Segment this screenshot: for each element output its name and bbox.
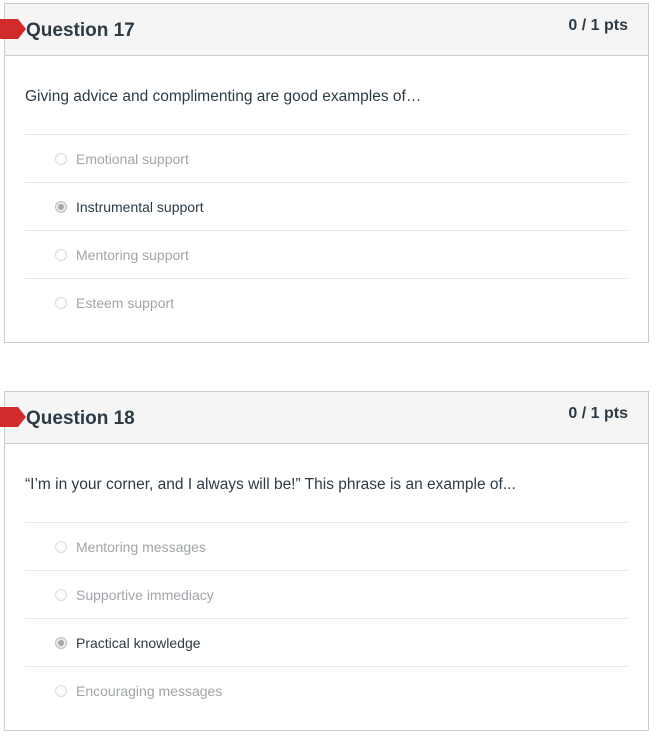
question-text: “I’m in your corner, and I always will b…	[25, 476, 516, 493]
question-points: 0 / 1 pts	[568, 405, 628, 422]
answer-label: Emotional support	[76, 150, 189, 167]
radio-button[interactable]	[55, 152, 67, 165]
incorrect-flag-icon	[0, 407, 26, 427]
question-card-18: Question 18 0 / 1 pts “I’m in your corne…	[0, 391, 649, 731]
question-body: Giving advice and complimenting are good…	[5, 56, 648, 342]
radio-button[interactable]	[55, 540, 67, 553]
question-title: Question 17	[26, 20, 135, 41]
answer-label: Supportive immediacy	[76, 586, 214, 603]
answer-label: Esteem support	[76, 295, 175, 311]
answer-option-selected[interactable]: Instrumental support	[25, 183, 628, 231]
question-title: Question 18	[26, 408, 135, 429]
question-body: “I’m in your corner, and I always will b…	[5, 444, 648, 730]
radio-button-checked[interactable]	[55, 636, 67, 649]
radio-button[interactable]	[55, 297, 67, 309]
answer-list: Emotional support Instrumental support M…	[25, 134, 628, 327]
question-card-17: Question 17 0 / 1 pts Giving advice and …	[0, 3, 649, 343]
radio-button[interactable]	[55, 248, 67, 261]
incorrect-flag-icon	[0, 19, 26, 39]
answer-label: Instrumental support	[76, 198, 204, 215]
answer-list: Mentoring messages Supportive immediacy …	[25, 522, 628, 715]
answer-label: Practical knowledge	[76, 634, 201, 651]
answer-option-selected[interactable]: Practical knowledge	[25, 619, 628, 667]
answer-option[interactable]: Supportive immediacy	[25, 571, 628, 619]
question-text: Giving advice and complimenting are good…	[25, 88, 422, 105]
answer-label: Encouraging messages	[76, 683, 223, 699]
radio-button-checked[interactable]	[55, 200, 67, 213]
answer-option[interactable]: Mentoring support	[25, 231, 628, 279]
radio-button[interactable]	[55, 685, 67, 697]
question-points: 0 / 1 pts	[568, 17, 628, 34]
answer-label: Mentoring messages	[76, 538, 206, 555]
question-header: Question 18 0 / 1 pts	[0, 392, 648, 444]
question-header: Question 17 0 / 1 pts	[0, 4, 648, 56]
answer-option[interactable]: Encouraging messages	[25, 667, 628, 715]
radio-button[interactable]	[55, 588, 67, 601]
answer-option[interactable]: Emotional support	[25, 135, 628, 183]
answer-option[interactable]: Esteem support	[25, 279, 628, 327]
answer-label: Mentoring support	[76, 246, 189, 263]
answer-option[interactable]: Mentoring messages	[25, 523, 628, 571]
